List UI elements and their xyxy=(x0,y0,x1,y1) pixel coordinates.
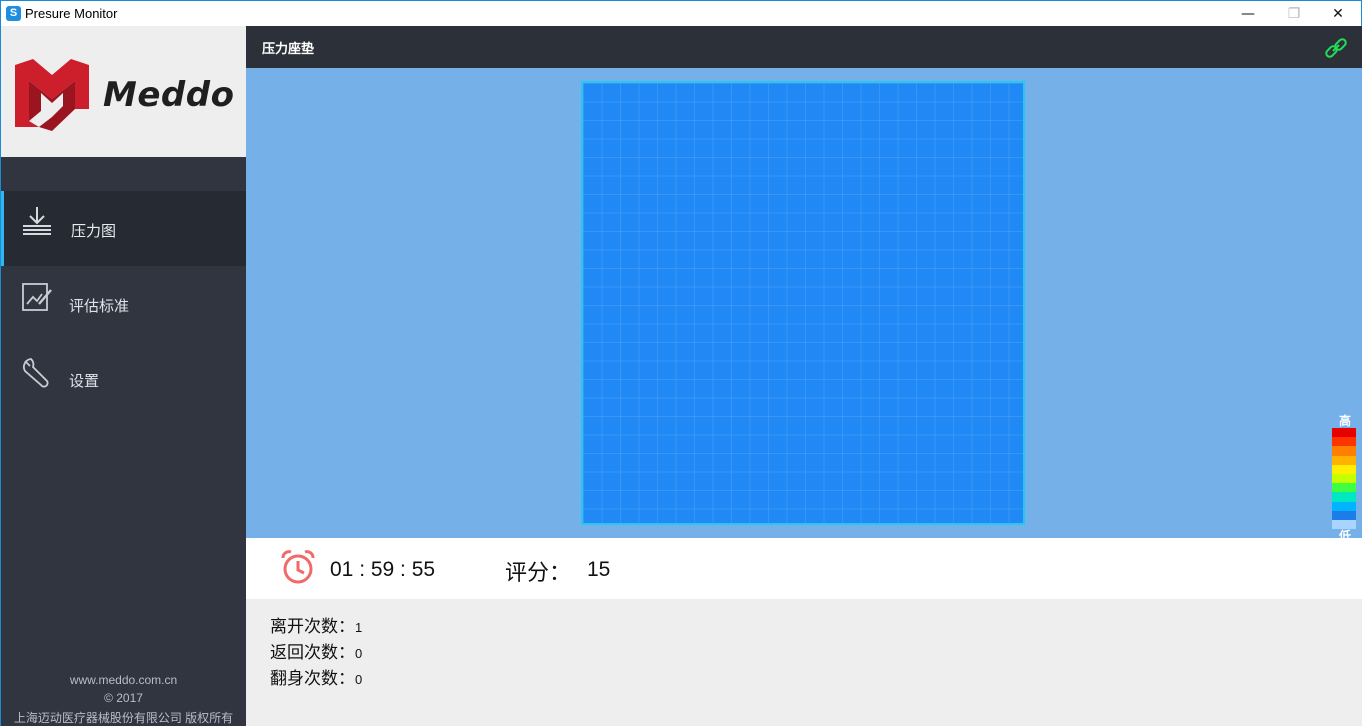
legend-swatch xyxy=(1332,455,1356,465)
leave-count-value: 1 xyxy=(355,620,363,635)
alarm-clock-icon xyxy=(281,550,315,584)
logo: Meddo xyxy=(1,26,246,157)
wrench-icon xyxy=(23,358,49,388)
title-bar: S Presure Monitor — ❐ ✕ xyxy=(1,1,1361,26)
legend-swatch xyxy=(1332,501,1356,511)
return-count-value: 0 xyxy=(355,646,363,661)
turn-count-label: 翻身次数： xyxy=(270,669,355,689)
pressure-heatmap xyxy=(581,81,1025,525)
link-icon[interactable] xyxy=(1324,36,1348,60)
sidebar: Meddo 压力图 评估标准 设置 www.meddo.com.cn © 201… xyxy=(1,26,246,726)
legend-swatch xyxy=(1332,446,1356,456)
logo-text: Meddo xyxy=(103,75,235,115)
sidebar-item-label: 设置 xyxy=(69,372,100,390)
app-icon: S xyxy=(6,6,21,21)
session-timer: 01 : 59 : 55 xyxy=(330,558,436,581)
legend-swatch xyxy=(1332,492,1356,502)
leave-count: 离开次数：1 xyxy=(270,612,362,637)
legend-swatch xyxy=(1332,519,1356,530)
turn-count-value: 0 xyxy=(355,672,363,687)
sidebar-item-label: 评估标准 xyxy=(69,297,130,315)
turn-count: 翻身次数：0 xyxy=(270,664,362,689)
window-title: Presure Monitor xyxy=(25,6,118,21)
leave-count-label: 离开次数： xyxy=(270,617,355,637)
sidebar-item-evaluation[interactable]: 评估标准 xyxy=(1,266,246,341)
score-label: 评分： xyxy=(505,561,572,586)
meddo-logo-icon xyxy=(15,59,89,131)
score-value: 15 xyxy=(587,558,611,581)
header-bar: 压力座垫 xyxy=(246,26,1362,68)
return-count: 返回次数：0 xyxy=(270,638,362,663)
legend-swatch xyxy=(1332,510,1356,520)
download-tray-icon xyxy=(23,207,51,235)
page-title: 压力座垫 xyxy=(262,42,315,57)
sidebar-item-label: 压力图 xyxy=(71,222,117,240)
app-window: S Presure Monitor — ❐ ✕ Meddo 压力图 评估标准 设… xyxy=(0,0,1362,726)
footer-company: 上海迈动医疗器械股份有限公司 版权所有 xyxy=(13,711,234,725)
main-panel: 压力座垫 高 低 01 : 59 : 55 评分： 15 离开次数：1 返回次数… xyxy=(246,26,1362,726)
close-button[interactable]: ✕ xyxy=(1315,1,1361,26)
legend-swatch xyxy=(1332,437,1356,447)
footer-website: www.meddo.com.cn xyxy=(69,673,178,687)
legend-swatches xyxy=(1332,428,1358,530)
legend-swatch xyxy=(1332,473,1356,484)
legend-swatch xyxy=(1332,483,1356,493)
minimize-button[interactable]: — xyxy=(1225,1,1271,26)
edit-chart-icon xyxy=(22,283,52,311)
legend-high-label: 高 xyxy=(1338,414,1351,428)
stats-bar: 01 : 59 : 55 评分： 15 xyxy=(246,538,1362,599)
event-counts: 离开次数：1 返回次数：0 翻身次数：0 xyxy=(246,599,1362,726)
pressure-map-area: 高 低 xyxy=(246,68,1362,543)
sidebar-item-settings[interactable]: 设置 xyxy=(1,341,246,416)
footer-copyright: © 2017 xyxy=(104,691,143,705)
maximize-button[interactable]: ❐ xyxy=(1271,1,1317,26)
sidebar-item-pressure-map[interactable]: 压力图 xyxy=(1,191,246,266)
return-count-label: 返回次数： xyxy=(270,643,355,663)
color-legend: 高 低 xyxy=(1332,414,1358,543)
legend-swatch xyxy=(1332,428,1356,438)
legend-swatch xyxy=(1332,464,1356,474)
